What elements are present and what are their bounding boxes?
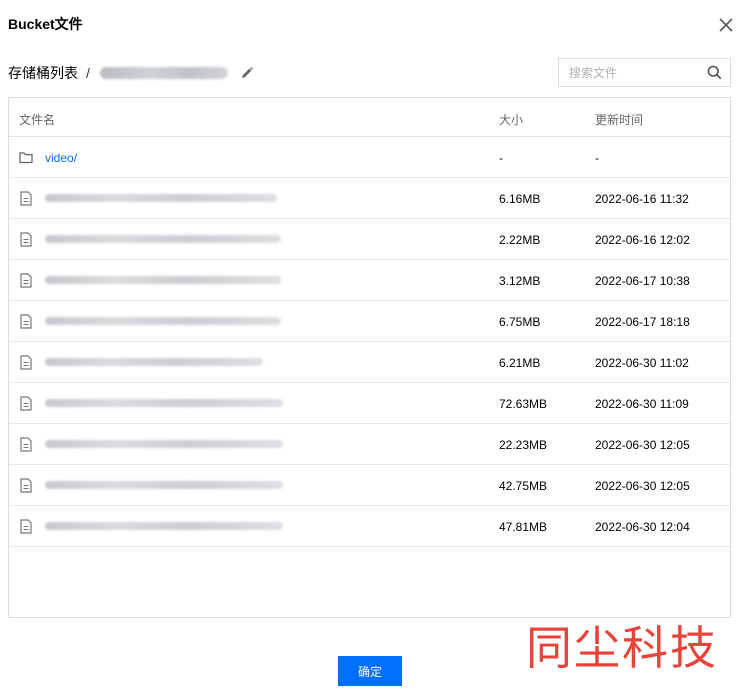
table-row[interactable]: 72.63MB 2022-06-30 11:09: [9, 383, 730, 424]
file-time: 2022-06-30 11:09: [595, 397, 689, 411]
file-icon: [19, 355, 33, 370]
search-icon[interactable]: [707, 65, 722, 80]
file-time: 2022-06-17 18:18: [595, 315, 690, 329]
file-time: -: [595, 151, 599, 165]
table-row[interactable]: 2.22MB 2022-06-16 12:02: [9, 219, 730, 260]
file-icon: [19, 191, 33, 206]
file-name-redacted[interactable]: [45, 399, 283, 407]
file-icon: [19, 519, 33, 534]
file-name-redacted[interactable]: [45, 276, 281, 284]
file-icon: [19, 478, 33, 493]
file-size: 2.22MB: [499, 233, 541, 247]
file-name-redacted[interactable]: [45, 317, 281, 325]
table-row[interactable]: video/ - -: [9, 137, 730, 178]
file-icon: [19, 396, 33, 411]
file-time: 2022-06-16 12:02: [595, 233, 690, 247]
file-name-redacted[interactable]: [45, 481, 283, 489]
table-row[interactable]: 3.12MB 2022-06-17 10:38: [9, 260, 730, 301]
table-row[interactable]: 47.81MB 2022-06-30 12:04: [9, 506, 730, 547]
file-icon: [19, 437, 33, 452]
file-time: 2022-06-30 11:02: [595, 356, 689, 370]
folder-icon: [19, 150, 33, 165]
file-time: 2022-06-30 12:05: [595, 438, 690, 452]
file-name-redacted[interactable]: [45, 358, 263, 366]
file-icon: [19, 232, 33, 247]
file-time: 2022-06-30 12:04: [595, 520, 690, 534]
confirm-button[interactable]: 确定: [338, 656, 402, 686]
breadcrumb: 存储桶列表 /: [8, 62, 254, 84]
file-size: 6.21MB: [499, 356, 541, 370]
pencil-icon[interactable]: [240, 66, 254, 80]
table-row[interactable]: 6.75MB 2022-06-17 18:18: [9, 301, 730, 342]
file-size: -: [499, 151, 503, 165]
file-name-redacted[interactable]: [45, 440, 283, 448]
file-name-redacted[interactable]: [45, 235, 281, 243]
file-size: 72.63MB: [499, 397, 548, 411]
file-icon: [19, 273, 33, 288]
breadcrumb-separator: /: [86, 65, 90, 81]
file-icon: [19, 314, 33, 329]
watermark: 同尘科技: [526, 621, 718, 675]
file-time: 2022-06-16 11:32: [595, 192, 689, 206]
file-name-redacted[interactable]: [45, 194, 277, 202]
table-row[interactable]: 22.23MB 2022-06-30 12:05: [9, 424, 730, 465]
header-name: 文件名: [19, 113, 56, 127]
file-size: 22.23MB: [499, 438, 548, 452]
folder-link[interactable]: video/: [45, 151, 77, 165]
search-input[interactable]: [559, 59, 699, 86]
close-icon[interactable]: [715, 14, 737, 36]
header-size: 大小: [499, 113, 524, 127]
dialog-title: Bucket文件: [8, 16, 83, 32]
file-name-redacted[interactable]: [45, 522, 283, 530]
table-row[interactable]: 6.21MB 2022-06-30 11:02: [9, 342, 730, 383]
file-time: 2022-06-30 12:05: [595, 479, 690, 493]
bucket-name-redacted: [99, 67, 228, 79]
header-time: 更新时间: [595, 113, 644, 127]
file-size: 3.12MB: [499, 274, 541, 288]
file-time: 2022-06-17 10:38: [595, 274, 690, 288]
breadcrumb-root[interactable]: 存储桶列表: [8, 63, 78, 83]
table-header: 文件名 大小 更新时间: [9, 98, 730, 137]
search-box: [558, 58, 731, 87]
file-size: 6.75MB: [499, 315, 541, 329]
file-size: 42.75MB: [499, 479, 548, 493]
file-table: 文件名 大小 更新时间 video/ - - 6.16MB 2022-06-16…: [8, 97, 731, 618]
file-size: 47.81MB: [499, 520, 548, 534]
file-size: 6.16MB: [499, 192, 541, 206]
table-row[interactable]: 6.16MB 2022-06-16 11:32: [9, 178, 730, 219]
table-row[interactable]: 42.75MB 2022-06-30 12:05: [9, 465, 730, 506]
